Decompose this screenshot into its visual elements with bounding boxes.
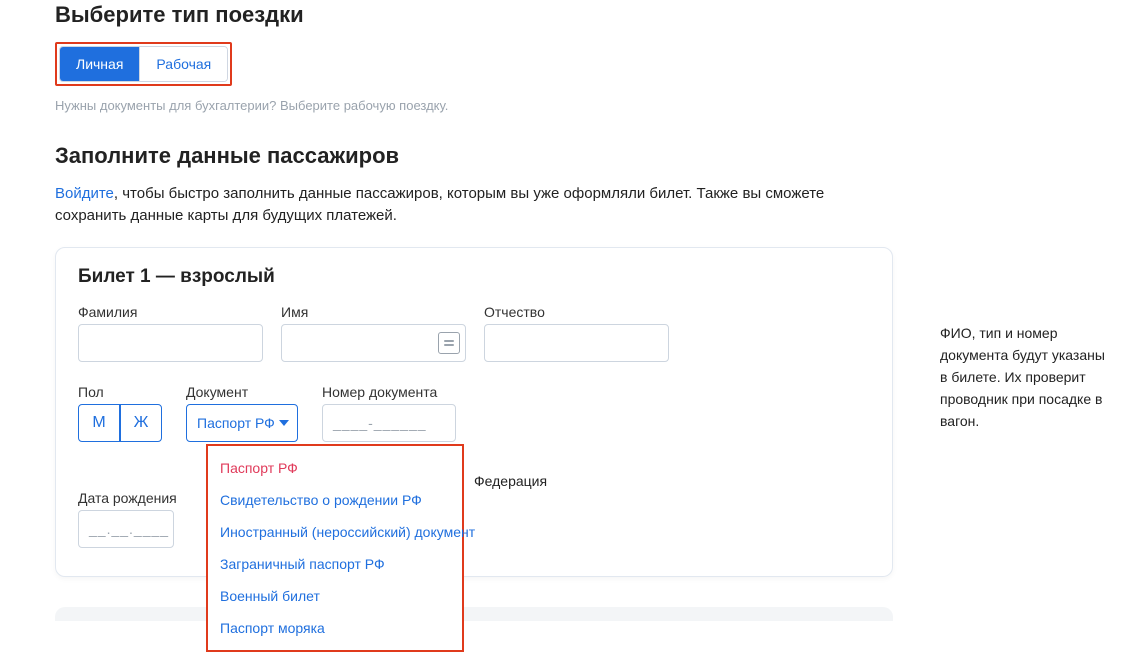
side-note: ФИО, тип и номер документа будут указаны… [940, 322, 1110, 432]
document-selected-value: Паспорт РФ [197, 415, 275, 431]
gender-male[interactable]: М [78, 404, 120, 442]
document-label: Документ [186, 384, 298, 400]
docnum-input[interactable]: ____-______ [322, 404, 456, 442]
document-select[interactable]: Паспорт РФ [186, 404, 298, 442]
doc-option-birth-cert[interactable]: Свидетельство о рождении РФ [208, 484, 462, 516]
contacts-icon[interactable] [438, 332, 460, 354]
login-tail: , чтобы быстро заполнить данные пассажир… [55, 185, 824, 224]
lastname-field: Фамилия [78, 304, 263, 362]
patronymic-input[interactable] [484, 324, 669, 362]
trip-type-highlight: Личная Рабочая [55, 42, 232, 86]
gender-field: Пол М Ж [78, 384, 162, 442]
login-hint: Войдите, чтобы быстро заполнить данные п… [55, 183, 895, 227]
docnum-label: Номер документа [322, 384, 456, 400]
ticket-card: Билет 1 — взрослый Фамилия Имя Отчество … [55, 247, 893, 577]
document-field: Документ Паспорт РФ [186, 384, 298, 442]
dob-label: Дата рождения [78, 490, 870, 506]
patronymic-label: Отчество [484, 304, 669, 320]
lastname-label: Фамилия [78, 304, 263, 320]
ticket-title: Билет 1 — взрослый [78, 266, 870, 288]
trip-type-heading: Выберите тип поездки [55, 2, 1121, 28]
dob-input[interactable]: __.__.____ [78, 510, 174, 548]
passengers-heading: Заполните данные пассажиров [55, 143, 1121, 169]
firstname-field: Имя [281, 304, 466, 362]
gender-female[interactable]: Ж [120, 404, 162, 442]
lastname-input[interactable] [78, 324, 263, 362]
docnum-field: Номер документа ____-______ [322, 384, 456, 442]
doc-option-foreign[interactable]: Иностранный (нероссийский) документ [208, 516, 462, 548]
patronymic-field: Отчество [484, 304, 669, 362]
trip-type-hint: Нужны документы для бухгалтерии? Выберит… [55, 98, 1121, 113]
login-link[interactable]: Войдите [55, 185, 114, 202]
doc-option-passport-rf[interactable]: Паспорт РФ [208, 452, 462, 484]
citizenship-value: Федерация [474, 473, 547, 489]
next-card-preview [55, 607, 893, 621]
chevron-down-icon [279, 420, 289, 426]
doc-option-zagran[interactable]: Заграничный паспорт РФ [208, 548, 462, 580]
doc-option-seaman[interactable]: Паспорт моряка [208, 612, 462, 644]
doc-option-military[interactable]: Военный билет [208, 580, 462, 612]
trip-type-personal[interactable]: Личная [60, 47, 139, 81]
trip-type-toggle: Личная Рабочая [59, 46, 228, 82]
trip-type-work[interactable]: Рабочая [139, 47, 227, 81]
firstname-label: Имя [281, 304, 466, 320]
gender-label: Пол [78, 384, 162, 400]
gender-toggle: М Ж [78, 404, 162, 442]
